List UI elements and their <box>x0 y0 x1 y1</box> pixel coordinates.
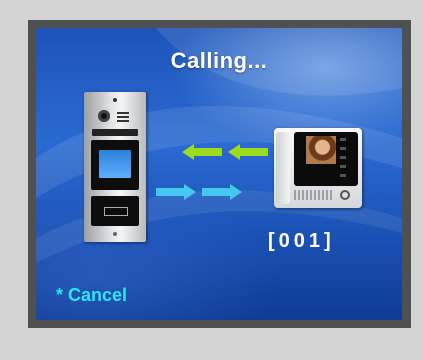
keypad-strip <box>92 129 138 136</box>
camera-lens-icon <box>98 110 110 122</box>
door-station-icon <box>84 92 146 242</box>
right-arrow-icon <box>202 184 242 200</box>
calling-title: Calling... <box>170 48 268 73</box>
speaker-grille-icon <box>117 112 129 122</box>
door-display-bottom <box>91 196 139 226</box>
handset-icon <box>276 132 290 204</box>
apartment-code: [001] <box>268 230 335 252</box>
door-display-top <box>91 140 139 190</box>
left-arrow-icon <box>228 144 268 160</box>
cancel-button[interactable]: * Cancel <box>56 285 127 306</box>
call-screen: Calling... [001] * Cancel <box>36 28 402 320</box>
indoor-monitor-icon <box>274 128 362 208</box>
right-arrow-icon <box>156 184 196 200</box>
left-arrow-icon <box>182 144 222 160</box>
video-preview <box>306 136 336 164</box>
